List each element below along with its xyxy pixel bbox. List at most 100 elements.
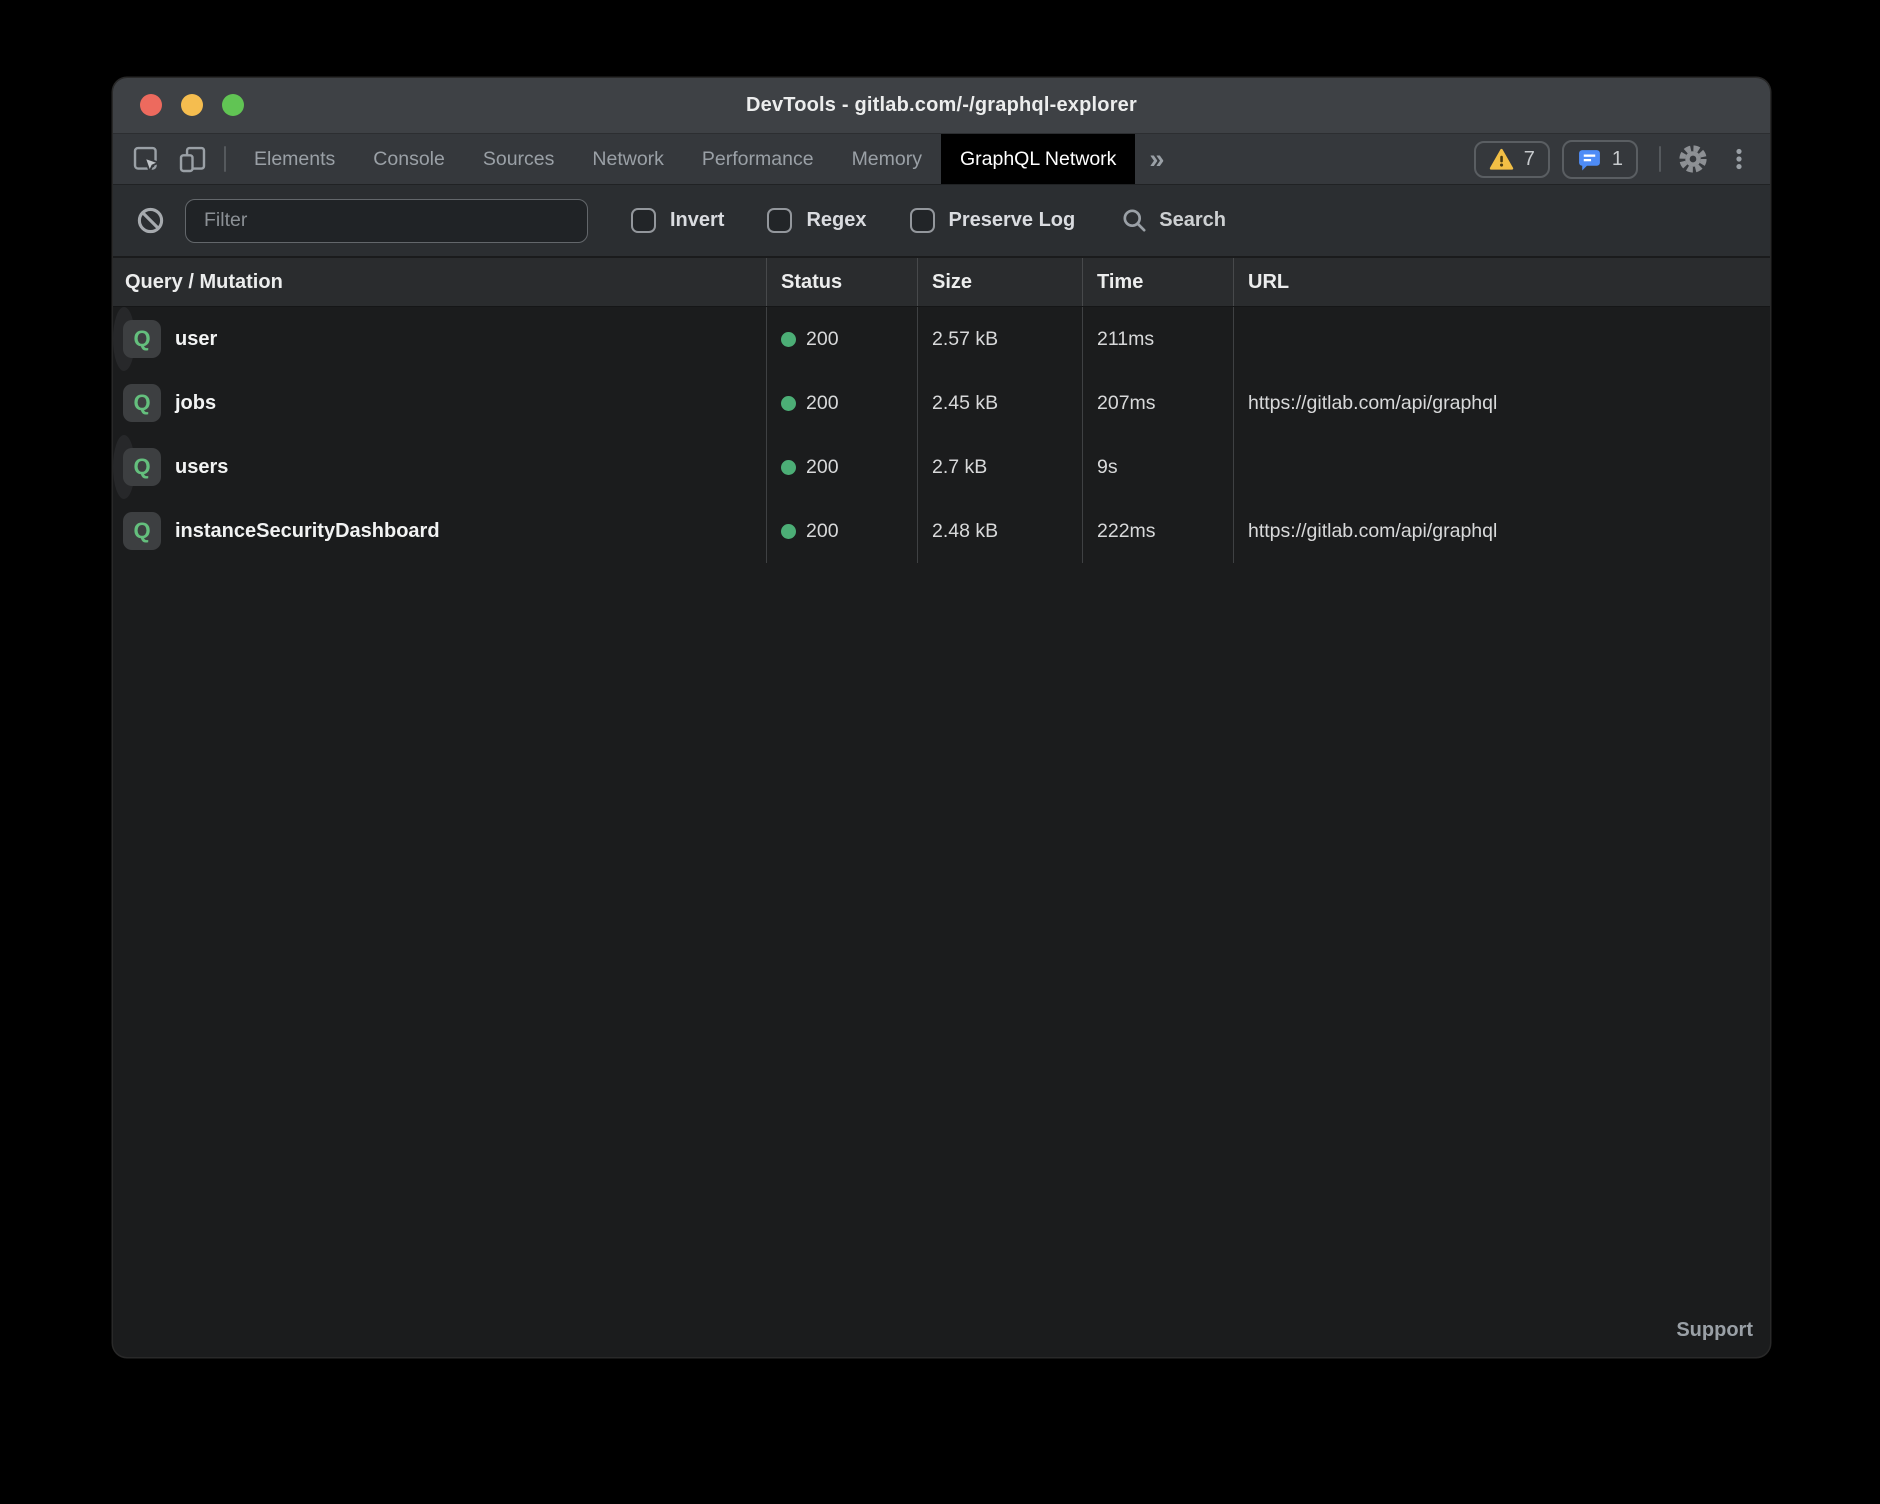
status-cell: 200 — [766, 371, 917, 435]
issues-badge-button[interactable]: 1 — [1562, 140, 1638, 179]
time-cell: 9s — [1082, 435, 1233, 499]
more-tabs-button[interactable]: » — [1135, 134, 1178, 184]
traffic-lights — [140, 94, 244, 116]
column-header-size[interactable]: Size — [917, 258, 1082, 306]
tab-console[interactable]: Console — [354, 134, 464, 184]
query-cell: Quser — [113, 307, 766, 371]
kebab-menu-icon — [1726, 146, 1752, 172]
tabbar-spacer — [1178, 134, 1473, 184]
url-cell: https://gitlab.com/api/graphql — [1233, 499, 1770, 563]
query-name: user — [175, 328, 217, 351]
filter-input[interactable] — [185, 199, 588, 243]
request-row-jobs[interactable]: Qjobs 200 2.45 kB207mshttps://gitlab.com/a… — [113, 371, 1770, 435]
preserve-log-checkbox-group[interactable]: Preserve Log — [910, 208, 1076, 233]
toggle-device-toolbar-button[interactable] — [169, 134, 215, 184]
status-cell: 200 — [766, 499, 917, 563]
column-header-time[interactable]: Time — [1082, 258, 1233, 306]
search-button[interactable]: Search — [1121, 207, 1226, 234]
invert-checkbox[interactable] — [631, 208, 656, 233]
zoom-window-button[interactable] — [222, 94, 244, 116]
status-ok-dot-icon — [781, 396, 796, 411]
status-ok-dot-icon — [781, 332, 796, 347]
url-cell: https://gitlab.com/api/graphql — [1233, 307, 1248, 371]
column-header-query-mutation[interactable]: Query / Mutation — [113, 258, 766, 306]
query-name: jobs — [175, 392, 216, 415]
regex-checkbox[interactable] — [767, 208, 792, 233]
tab-strip: ElementsConsoleSourcesNetworkPerformance… — [235, 134, 1135, 184]
status-cell: 200 — [766, 435, 917, 499]
search-label: Search — [1159, 209, 1226, 232]
tabbar-right-cluster: 7 1 — [1474, 134, 1762, 184]
time-cell: 207ms — [1082, 371, 1233, 435]
issues-count: 1 — [1612, 148, 1623, 171]
warnings-badge-button[interactable]: 7 — [1474, 141, 1550, 178]
regex-label: Regex — [806, 209, 866, 232]
device-toolbar-icon — [178, 145, 207, 174]
query-name: instanceSecurityDashboard — [175, 520, 440, 543]
tab-elements[interactable]: Elements — [235, 134, 354, 184]
devtools-tab-bar: ElementsConsoleSourcesNetworkPerformance… — [113, 134, 1770, 185]
preserve-log-checkbox[interactable] — [910, 208, 935, 233]
query-type-badge: Q — [123, 512, 161, 550]
url-cell: https://gitlab.com/api/graphql — [1233, 371, 1770, 435]
request-row-user[interactable]: Quser2002.57 kB211mshttps://gitlab.com/a… — [113, 307, 135, 371]
status-ok-dot-icon — [781, 524, 796, 539]
invert-checkbox-group[interactable]: Invert — [631, 208, 724, 233]
devtools-window: DevTools - gitlab.com/-/graphql-explorer… — [113, 78, 1770, 1357]
status-code: 200 — [806, 328, 839, 351]
query-type-badge: Q — [123, 448, 161, 486]
search-icon — [1121, 207, 1148, 234]
warning-triangle-icon — [1489, 148, 1514, 171]
status-code: 200 — [806, 520, 839, 543]
query-type-badge: Q — [123, 320, 161, 358]
gear-icon — [1677, 143, 1709, 175]
time-cell: 222ms — [1082, 499, 1233, 563]
support-link[interactable]: Support — [1676, 1319, 1753, 1342]
query-type-badge: Q — [123, 384, 161, 422]
status-cell: 200 — [766, 307, 917, 371]
filter-bar: Invert Regex Preserve Log Search — [113, 185, 1770, 258]
size-cell: 2.7 kB — [917, 435, 1082, 499]
status-code: 200 — [806, 456, 839, 479]
clear-requests-button[interactable] — [129, 205, 171, 236]
status-ok-dot-icon — [781, 460, 796, 475]
column-header-status[interactable]: Status — [766, 258, 917, 306]
message-bubble-icon — [1577, 147, 1602, 172]
query-cell: QinstanceSecurityDashboard — [113, 499, 766, 563]
customize-devtools-button[interactable] — [1716, 134, 1762, 184]
tab-memory[interactable]: Memory — [833, 134, 941, 184]
regex-checkbox-group[interactable]: Regex — [767, 208, 866, 233]
tab-sources[interactable]: Sources — [464, 134, 574, 184]
column-header-url[interactable]: URL — [1233, 258, 1770, 306]
title-bar[interactable]: DevTools - gitlab.com/-/graphql-explorer — [113, 78, 1770, 134]
status-code: 200 — [806, 392, 839, 415]
close-window-button[interactable] — [140, 94, 162, 116]
chevron-double-right-icon: » — [1149, 144, 1164, 175]
query-cell: Qjobs — [113, 371, 766, 435]
window-title: DevTools - gitlab.com/-/graphql-explorer — [746, 94, 1137, 117]
query-cell: Qusers — [113, 435, 766, 499]
inspect-cursor-icon — [132, 145, 161, 174]
size-cell: 2.45 kB — [917, 371, 1082, 435]
invert-label: Invert — [670, 209, 724, 232]
inspect-element-button[interactable] — [123, 134, 169, 184]
request-row-instanceSecurityDashboard[interactable]: QinstanceSecurityDashboard 200 2.48 kB222m… — [113, 499, 1770, 563]
size-cell: 2.48 kB — [917, 499, 1082, 563]
preserve-log-label: Preserve Log — [949, 209, 1076, 232]
toolbar-separator — [224, 146, 226, 172]
tab-graphql-network[interactable]: GraphQL Network — [941, 134, 1135, 184]
settings-button[interactable] — [1670, 134, 1716, 184]
time-cell: 211ms — [1082, 307, 1233, 371]
warning-count: 7 — [1524, 148, 1535, 171]
block-icon — [135, 205, 166, 236]
url-cell: https://gitlab.com/api/graphql — [1233, 435, 1248, 499]
toolbar-separator — [1659, 146, 1661, 172]
tab-performance[interactable]: Performance — [683, 134, 833, 184]
minimize-window-button[interactable] — [181, 94, 203, 116]
size-cell: 2.57 kB — [917, 307, 1082, 371]
requests-table-header: Query / Mutation Status Size Time URL — [113, 258, 1770, 307]
tab-network[interactable]: Network — [573, 134, 683, 184]
query-name: users — [175, 456, 228, 479]
requests-table-body: Quser2002.57 kB211mshttps://gitlab.com/a… — [113, 307, 1770, 563]
request-row-users[interactable]: Qusers2002.7 kB9shttps://gitlab.com/api/… — [113, 435, 135, 499]
